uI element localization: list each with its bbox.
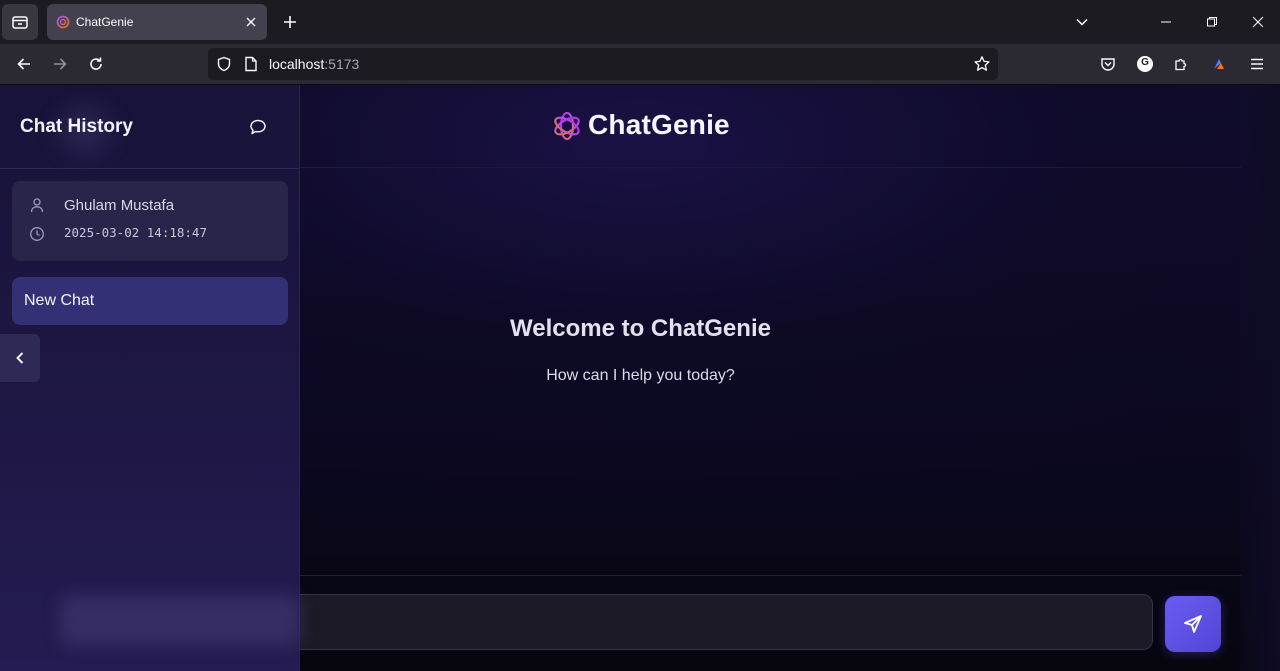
new-tab-button[interactable] (276, 8, 304, 36)
reload-icon (90, 57, 102, 70)
close-window-button[interactable] (1244, 8, 1272, 36)
back-button[interactable] (10, 50, 38, 78)
send-button[interactable] (1165, 596, 1221, 652)
user-icon (28, 196, 46, 214)
tab-close-icon[interactable] (243, 14, 259, 30)
page-icon[interactable] (242, 55, 260, 73)
shield-icon[interactable] (214, 54, 234, 74)
reload-button[interactable] (82, 50, 110, 78)
extension-badge: G (1141, 57, 1149, 68)
brand-title: ChatGenie (588, 109, 730, 140)
restore-icon (1207, 17, 1217, 27)
new-chat-button[interactable] (246, 115, 270, 139)
arrow-left-icon (17, 58, 30, 70)
chat-item-label: New Chat (24, 292, 95, 309)
pocket-button[interactable] (1094, 50, 1122, 78)
composer-divider (300, 575, 1241, 576)
close-icon (1252, 16, 1264, 28)
browser-nav-bar: localhost:5173 G (0, 44, 1280, 85)
extension-logo-icon (1214, 59, 1224, 69)
welcome-title: Welcome to ChatGenie (510, 315, 771, 342)
welcome-subtitle: How can I help you today? (546, 367, 735, 384)
user-card: Ghulam Mustafa 2025-03-02 14:18:47 (12, 181, 288, 261)
session-timestamp: 2025-03-02 14:18:47 (64, 225, 207, 240)
chatgenie-favicon-icon (56, 15, 70, 29)
tab-title: ChatGenie (76, 15, 134, 29)
extension-colored-button[interactable] (1205, 50, 1233, 78)
extensions-button[interactable] (1167, 50, 1195, 78)
sidebar-title: Chat History (20, 116, 133, 137)
chat-bubble-icon (250, 119, 266, 135)
extension-g-button[interactable]: G (1131, 50, 1159, 78)
pocket-icon (1101, 58, 1115, 71)
blurred-input-shadow (60, 595, 300, 645)
chevron-left-icon (16, 352, 24, 364)
browser-tab[interactable]: ChatGenie (47, 4, 267, 40)
url-bar[interactable]: localhost:5173 (208, 48, 998, 80)
sidebar-header: Chat History (0, 85, 300, 169)
browser-tab-bar: ChatGenie (0, 0, 1280, 44)
clock-icon (28, 225, 46, 243)
arrow-right-icon (54, 58, 67, 70)
hamburger-menu-icon (1251, 58, 1263, 70)
chatgenie-logo-icon (554, 111, 580, 141)
forward-button[interactable] (46, 50, 74, 78)
tab-list-button[interactable] (2, 4, 38, 40)
collapse-sidebar-button[interactable] (0, 334, 40, 382)
chat-item-new-chat[interactable]: New Chat (12, 277, 288, 325)
send-icon (1184, 615, 1202, 633)
puzzle-icon (1175, 58, 1187, 71)
user-name: Ghulam Mustafa (64, 197, 175, 214)
plus-icon (284, 16, 296, 28)
url-text[interactable]: localhost:5173 (269, 56, 359, 72)
chat-history-sidebar: Chat History Ghulam Mustafa 2025-03-02 1… (0, 85, 300, 671)
tab-list-icon (12, 16, 28, 29)
minimize-button[interactable] (1152, 8, 1180, 36)
chevron-down-icon (1076, 18, 1088, 26)
main-header: ChatGenie (300, 85, 1241, 168)
bookmark-star-icon[interactable] (972, 54, 992, 74)
minimize-icon (1161, 21, 1171, 23)
app-menu-button[interactable] (1243, 50, 1271, 78)
restore-button[interactable] (1198, 8, 1226, 36)
list-all-tabs-button[interactable] (1068, 8, 1096, 36)
right-edge-strip (1240, 85, 1280, 671)
chatgenie-app: ChatGenie Welcome to ChatGenie How can I… (0, 85, 1280, 671)
message-input[interactable] (290, 594, 1153, 650)
